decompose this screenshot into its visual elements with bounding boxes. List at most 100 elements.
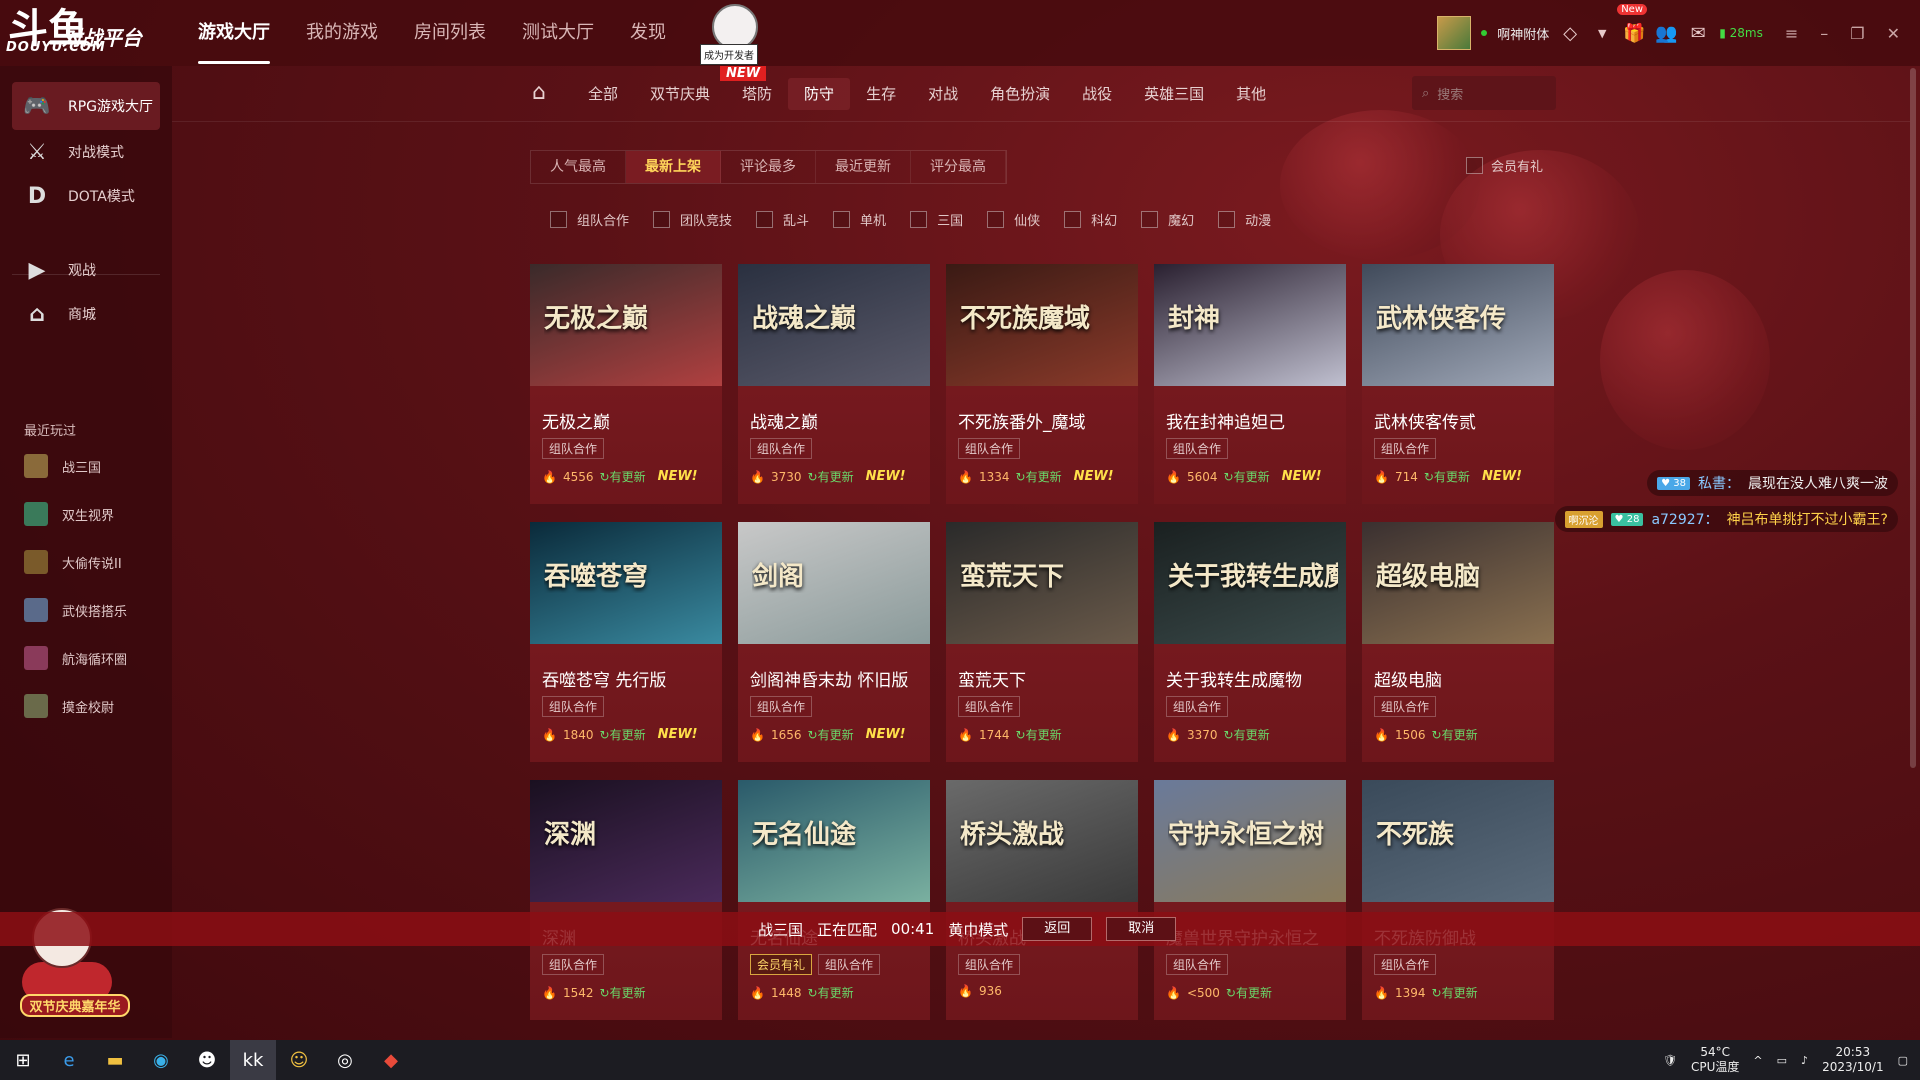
filter-option[interactable]: 魔幻 bbox=[1141, 210, 1194, 229]
game-card[interactable]: 武林侠客传 武林侠客传贰 组队合作 🔥 714 ↻有更新 NEW! bbox=[1362, 264, 1554, 504]
clock[interactable]: 20:53 2023/10/1 bbox=[1822, 1045, 1884, 1075]
filter-checkbox[interactable] bbox=[756, 211, 774, 228]
sidebar-item[interactable]: 🎮 RPG游戏大厅 bbox=[12, 82, 160, 130]
game-card[interactable]: 吞噬苍穹 吞噬苍穹 先行版 组队合作 🔥 1840 ↻有更新 NEW! bbox=[530, 522, 722, 762]
filter-option[interactable]: 三国 bbox=[910, 210, 963, 229]
back-button[interactable]: 返回 bbox=[1022, 917, 1093, 941]
recent-game[interactable]: 战三国 bbox=[24, 448, 164, 484]
game-cover[interactable]: 不死族 bbox=[1362, 780, 1554, 902]
filter-option[interactable]: 组队合作 bbox=[550, 210, 629, 229]
game-cover[interactable]: 武林侠客传 bbox=[1362, 264, 1554, 386]
notification-icon[interactable]: ▢ bbox=[1898, 1054, 1908, 1067]
nav-tab[interactable]: 发现 bbox=[612, 0, 684, 66]
game-card[interactable]: 守护永恒之树魔兽世界守护永恒之组队合作🔥<500↻有更新 bbox=[1154, 780, 1346, 1020]
browser-icon[interactable]: ◉ bbox=[138, 1040, 184, 1080]
recent-game[interactable]: 大偷传说II bbox=[24, 544, 164, 580]
game-card[interactable]: 桥头激战桥头激战组队合作🔥936 bbox=[946, 780, 1138, 1020]
cancel-button[interactable]: 取消 bbox=[1106, 917, 1177, 941]
category-tab[interactable]: 生存 bbox=[850, 78, 912, 110]
game-cover[interactable]: 深渊 bbox=[530, 780, 722, 902]
sort-tab[interactable]: 评论最多 bbox=[721, 151, 816, 183]
game-cover[interactable]: 蛮荒天下 bbox=[946, 522, 1138, 644]
category-tab[interactable]: 塔防 bbox=[726, 78, 788, 110]
game-card[interactable]: 关于我转生成魔物关于我转生成魔物组队合作🔥3370↻有更新 bbox=[1154, 522, 1346, 762]
search-input[interactable]: 搜索 bbox=[1437, 84, 1463, 103]
filter-option[interactable]: 乱斗 bbox=[756, 210, 809, 229]
category-tab[interactable]: 全部 bbox=[572, 78, 634, 110]
menu-icon[interactable]: ≡ bbox=[1785, 24, 1798, 43]
category-tab[interactable]: 对战 bbox=[912, 78, 974, 110]
vip-checkbox[interactable] bbox=[1466, 157, 1483, 174]
filter-checkbox[interactable] bbox=[910, 211, 928, 228]
sort-tab[interactable]: 人气最高 bbox=[531, 151, 626, 183]
filter-option[interactable]: 团队竞技 bbox=[653, 210, 732, 229]
search-box[interactable]: ⌕ 搜索 bbox=[1412, 76, 1556, 110]
filter-checkbox[interactable] bbox=[550, 211, 567, 228]
tray-expand-icon[interactable]: ^ bbox=[1753, 1054, 1762, 1067]
close-icon[interactable]: ✕ bbox=[1887, 24, 1900, 43]
network-icon[interactable]: ▭ bbox=[1777, 1054, 1787, 1067]
game-cover[interactable]: 剑阁 bbox=[738, 522, 930, 644]
mail-icon[interactable]: ✉ bbox=[1687, 22, 1709, 44]
game-card[interactable]: 蛮荒天下 蛮荒天下 组队合作 🔥 1744 ↻有更新 bbox=[946, 522, 1138, 762]
dropdown-icon[interactable]: ▼ bbox=[1591, 22, 1613, 44]
home-icon[interactable]: ⌂ bbox=[532, 80, 558, 106]
recent-game[interactable]: 摸金校尉 bbox=[24, 688, 164, 724]
sort-tab[interactable]: 评分最高 bbox=[911, 151, 1006, 183]
nav-tab[interactable]: 我的游戏 bbox=[288, 0, 396, 66]
filter-option[interactable]: 科幻 bbox=[1064, 210, 1117, 229]
game-cover[interactable]: 关于我转生成魔物 bbox=[1154, 522, 1346, 644]
game-cover[interactable]: 不死族魔域 bbox=[946, 264, 1138, 386]
category-tab[interactable]: 角色扮演 bbox=[974, 78, 1066, 110]
sidebar-item[interactable]: D DOTA模式 bbox=[12, 172, 160, 220]
filter-option[interactable]: 单机 bbox=[833, 210, 886, 229]
game-cover[interactable]: 封神 bbox=[1154, 264, 1346, 386]
category-tab[interactable]: 双节庆典 bbox=[634, 78, 726, 110]
game-cover[interactable]: 守护永恒之树 bbox=[1154, 780, 1346, 902]
nav-tab[interactable]: 测试大厅 bbox=[504, 0, 612, 66]
app-icon[interactable]: ◆ bbox=[368, 1040, 414, 1080]
restore-icon[interactable]: ❐ bbox=[1850, 24, 1864, 43]
recent-game[interactable]: 双生视界 bbox=[24, 496, 164, 532]
filter-checkbox[interactable] bbox=[1218, 211, 1236, 228]
user-avatar[interactable] bbox=[1437, 16, 1472, 50]
username[interactable]: 啊神附体 bbox=[1497, 24, 1549, 43]
game-app-icon[interactable]: ☻ bbox=[184, 1040, 230, 1080]
game-card[interactable]: 剑阁 剑阁神昏末劫 怀旧版 组队合作 🔥 1656 ↻有更新 NEW! bbox=[738, 522, 930, 762]
game-card[interactable]: 超级电脑 超级电脑 组队合作 🔥 1506 ↻有更新 bbox=[1362, 522, 1554, 762]
game-cover[interactable]: 无极之巅 bbox=[530, 264, 722, 386]
recent-game[interactable]: 航海循环圈 bbox=[24, 640, 164, 676]
scrollbar[interactable] bbox=[1910, 68, 1916, 768]
steam-icon[interactable]: ◎ bbox=[322, 1040, 368, 1080]
game-card[interactable]: 封神 我在封神追妲己 组队合作 🔥 5604 ↻有更新 NEW! bbox=[1154, 264, 1346, 504]
game-cover[interactable]: 超级电脑 bbox=[1362, 522, 1554, 644]
sidebar-item[interactable]: ▶ 观战 bbox=[12, 246, 160, 294]
gift-icon[interactable]: 🎁 New bbox=[1617, 4, 1648, 44]
sort-tab[interactable]: 最近更新 bbox=[816, 151, 911, 183]
filter-checkbox[interactable] bbox=[1141, 211, 1159, 228]
filter-option[interactable]: 动漫 bbox=[1218, 210, 1271, 229]
game-cover[interactable]: 战魂之巅 bbox=[738, 264, 930, 386]
game-cover[interactable]: 无名仙途 bbox=[738, 780, 930, 902]
vip-filter[interactable]: 会员有礼 bbox=[1466, 156, 1543, 175]
game-cover[interactable]: 桥头激战 bbox=[946, 780, 1138, 902]
diamond-icon[interactable]: ◇ bbox=[1559, 22, 1581, 44]
category-tab[interactable]: 战役 bbox=[1066, 78, 1128, 110]
game-card[interactable]: 深渊深渊组队合作🔥1542↻有更新 bbox=[530, 780, 722, 1020]
kk-platform-icon[interactable]: kk bbox=[230, 1040, 276, 1080]
security-icon[interactable]: 🛡 bbox=[1663, 1054, 1677, 1067]
category-tab[interactable]: 防守 bbox=[788, 78, 851, 110]
filter-checkbox[interactable] bbox=[1064, 211, 1082, 228]
filter-checkbox[interactable] bbox=[987, 211, 1005, 228]
windows-start-icon[interactable]: ⊞ bbox=[0, 1040, 46, 1080]
nav-tab[interactable]: 房间列表 bbox=[396, 0, 504, 66]
nav-tab[interactable]: 游戏大厅 bbox=[180, 0, 288, 66]
filter-checkbox[interactable] bbox=[833, 211, 851, 228]
recent-game[interactable]: 武侠搭搭乐 bbox=[24, 592, 164, 628]
sidebar-item[interactable]: ⌂ 商城 bbox=[12, 290, 160, 338]
game-card[interactable]: 无名仙途无名仙途会员有礼组队合作🔥1448↻有更新 bbox=[738, 780, 930, 1020]
mascot-app-icon[interactable]: ☺ bbox=[276, 1040, 322, 1080]
volume-icon[interactable]: ♪ bbox=[1801, 1054, 1808, 1067]
category-tab[interactable]: 其他 bbox=[1220, 78, 1282, 110]
game-card[interactable]: 不死族魔域 不死族番外_魔域 组队合作 🔥 1334 ↻有更新 NEW! bbox=[946, 264, 1138, 504]
